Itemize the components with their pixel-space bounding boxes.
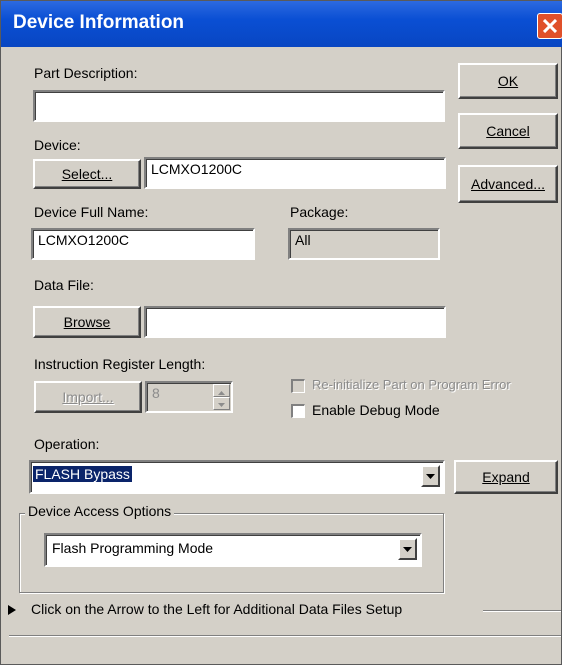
part-description-label: Part Description: bbox=[34, 65, 138, 81]
browse-button[interactable]: Browse bbox=[33, 306, 141, 338]
device-access-dropdown-button[interactable] bbox=[398, 538, 417, 560]
expand-button-label: Expand bbox=[482, 469, 530, 485]
spinner-up-button[interactable] bbox=[213, 384, 230, 397]
enable-debug-label: Enable Debug Mode bbox=[312, 402, 440, 418]
instruction-register-label: Instruction Register Length: bbox=[34, 356, 206, 372]
window-title: Device Information bbox=[13, 12, 185, 33]
separator-line bbox=[483, 610, 561, 612]
device-information-dialog: Device Information Part Description: OK … bbox=[0, 0, 562, 665]
device-access-selected-value: Flash Programming Mode bbox=[52, 540, 214, 556]
device-full-name-label: Device Full Name: bbox=[34, 204, 149, 220]
browse-button-label: Browse bbox=[63, 314, 111, 330]
package-field: All bbox=[288, 228, 440, 260]
instruction-register-length-value: 8 bbox=[152, 385, 160, 401]
import-button-label: Import... bbox=[62, 389, 114, 405]
operation-label: Operation: bbox=[34, 436, 100, 452]
additional-files-hint: Click on the Arrow to the Left for Addit… bbox=[31, 601, 403, 617]
advanced-button-label: Advanced... bbox=[471, 176, 545, 192]
device-access-select[interactable]: Flash Programming Mode bbox=[44, 533, 422, 567]
import-button[interactable]: Import... bbox=[34, 381, 142, 413]
select-device-button-label: Select... bbox=[61, 166, 113, 182]
advanced-button[interactable]: Advanced... bbox=[458, 165, 558, 203]
title-bar[interactable]: Device Information bbox=[1, 1, 562, 47]
close-button[interactable] bbox=[537, 13, 562, 39]
ok-button[interactable]: OK bbox=[458, 63, 558, 99]
data-file-label: Data File: bbox=[34, 277, 94, 293]
operation-selected-value: FLASH Bypass bbox=[33, 466, 132, 482]
device-input[interactable]: LCMXO1200C bbox=[144, 157, 446, 189]
device-full-name-input[interactable]: LCMXO1200C bbox=[31, 228, 255, 260]
data-file-input[interactable] bbox=[144, 306, 446, 338]
device-label: Device: bbox=[34, 137, 81, 153]
package-label: Package: bbox=[290, 204, 349, 220]
spin-down-icon bbox=[218, 403, 225, 407]
select-device-button[interactable]: Select... bbox=[33, 159, 141, 189]
operation-select[interactable]: FLASH Bypass bbox=[29, 460, 445, 494]
part-description-input[interactable] bbox=[33, 90, 445, 122]
enable-debug-checkbox[interactable] bbox=[291, 404, 305, 418]
cancel-button-label: Cancel bbox=[486, 123, 530, 139]
operation-dropdown-button[interactable] bbox=[421, 465, 440, 487]
expand-button[interactable]: Expand bbox=[454, 460, 558, 494]
spinner-down-button[interactable] bbox=[213, 397, 230, 410]
reinitialize-checkbox[interactable] bbox=[291, 379, 305, 393]
chevron-down-icon bbox=[426, 473, 435, 479]
reinitialize-label: Re-initialize Part on Program Error bbox=[312, 377, 511, 392]
bottom-separator bbox=[9, 635, 561, 637]
expand-arrow-button[interactable] bbox=[5, 603, 19, 617]
triangle-right-icon bbox=[8, 605, 16, 615]
chevron-down-icon bbox=[403, 546, 412, 552]
cancel-button[interactable]: Cancel bbox=[458, 113, 558, 149]
close-icon bbox=[543, 19, 557, 33]
device-access-options-title: Device Access Options bbox=[25, 503, 175, 519]
ok-button-label: OK bbox=[497, 73, 519, 89]
